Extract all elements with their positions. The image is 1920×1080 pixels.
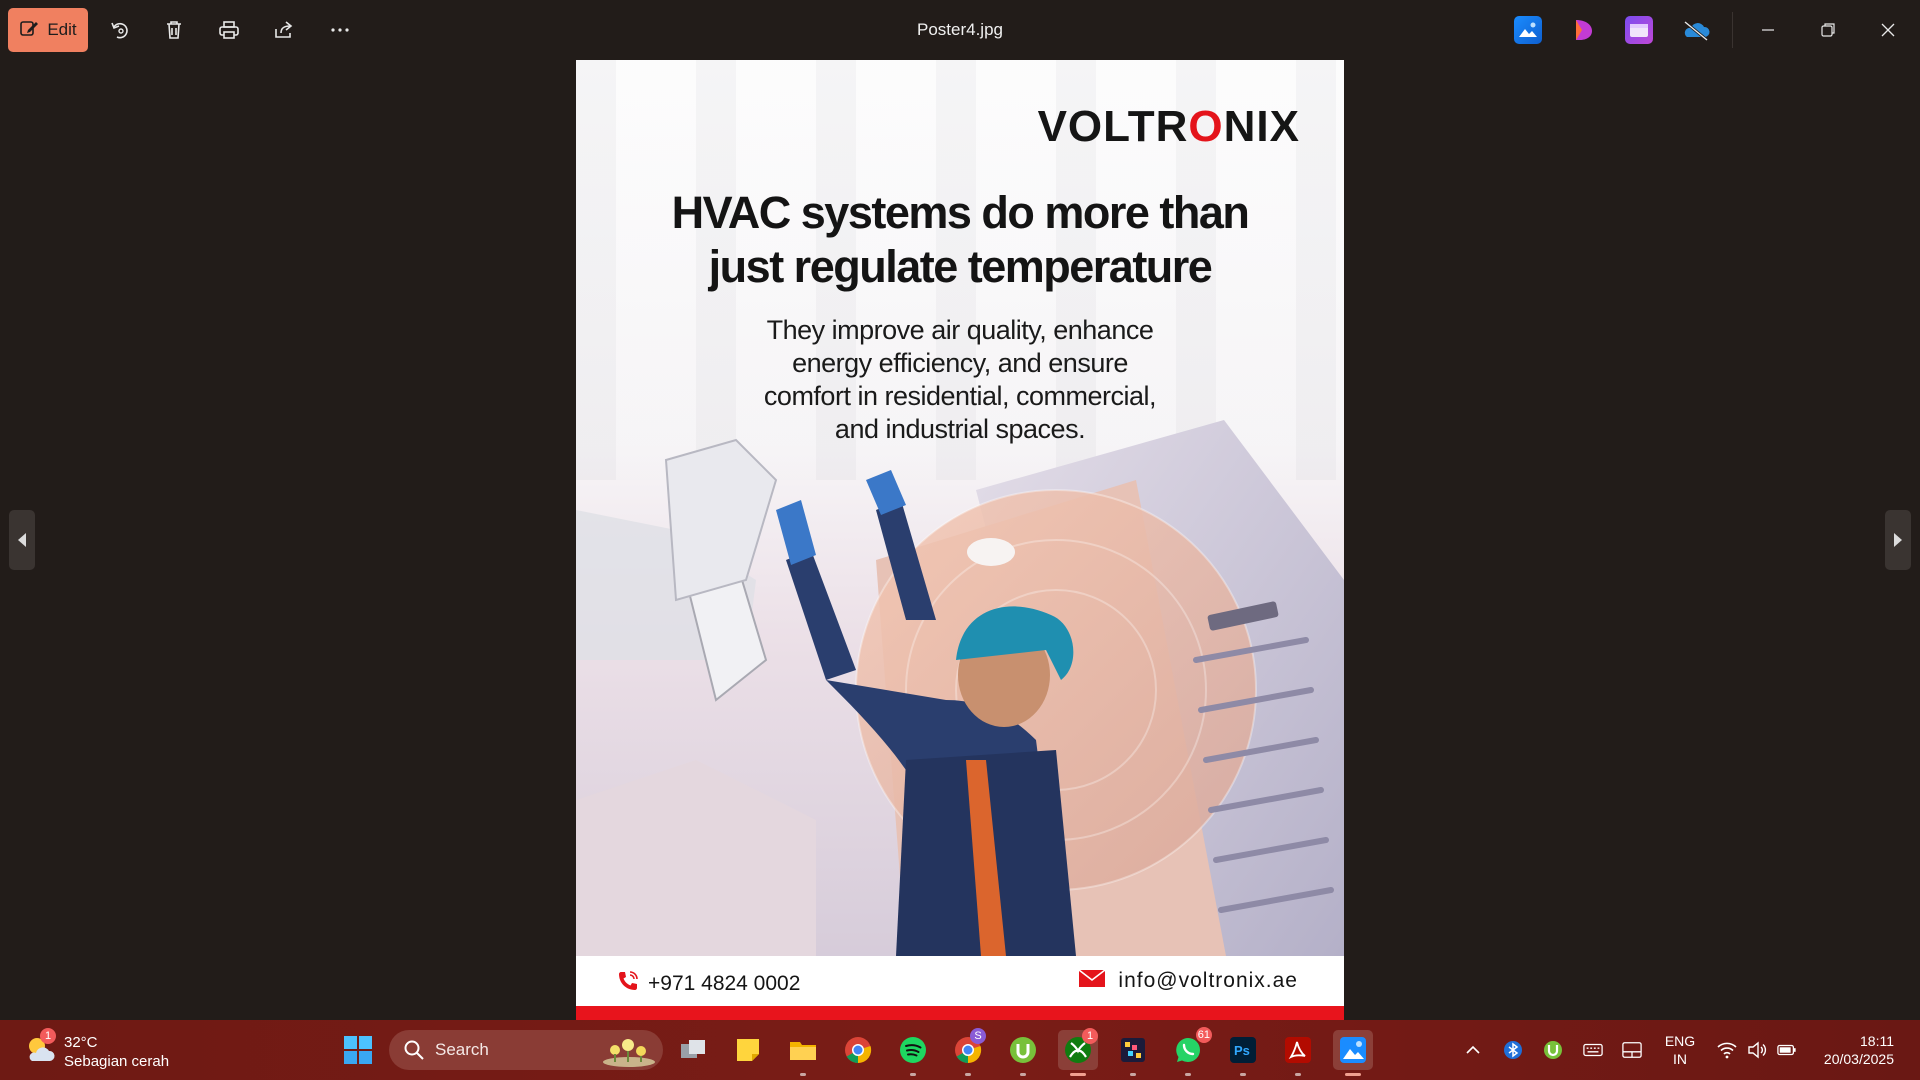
keyboard-icon[interactable] xyxy=(1583,1040,1603,1060)
utorrent-icon xyxy=(1010,1037,1036,1063)
spotify-icon xyxy=(900,1037,926,1063)
photoshop-app[interactable]: Ps xyxy=(1223,1030,1263,1076)
subtext-line-2: energy efficiency, and ensure xyxy=(792,348,1128,378)
clock-date: 20/03/2025 xyxy=(1823,1051,1894,1067)
print-icon[interactable] xyxy=(213,14,245,46)
top-toolbar: Edit Poster4.jpg xyxy=(0,0,1920,60)
windows-logo-icon xyxy=(344,1036,372,1064)
headline-line-1: HVAC systems do more than xyxy=(671,187,1250,238)
xbox-app[interactable]: 1 xyxy=(1058,1028,1098,1076)
chrome-icon xyxy=(845,1037,872,1064)
edit-label: Edit xyxy=(47,20,77,39)
chevron-right-icon xyxy=(1894,533,1902,547)
start-button[interactable] xyxy=(340,1032,376,1068)
edit-icon xyxy=(19,18,39,43)
task-view-icon xyxy=(681,1040,705,1058)
xbox-badge: 1 xyxy=(1082,1028,1098,1044)
email-address: info@voltronix.ae xyxy=(1118,969,1298,992)
photos-app-icon[interactable] xyxy=(1514,16,1542,44)
edit-button[interactable]: Edit xyxy=(8,8,88,52)
headline-line-2: just regulate temperature xyxy=(708,241,1213,292)
whatsapp-badge: 61 xyxy=(1195,1027,1212,1043)
minimize-button[interactable] xyxy=(1748,12,1788,48)
poster-footer-strip xyxy=(576,1006,1344,1020)
touchpad-icon[interactable] xyxy=(1622,1040,1642,1060)
taskbar: 1 32°C Sebagian cerah Search S 1 61 Ps E… xyxy=(0,1020,1920,1080)
language-code: ENG xyxy=(1664,1033,1696,1049)
close-button[interactable] xyxy=(1868,12,1908,48)
region-code: IN xyxy=(1673,1051,1687,1067)
poster-subtext: They improve air quality, enhance energy… xyxy=(710,314,1210,446)
flowers-highlight-icon xyxy=(603,1039,655,1067)
weather-widget[interactable]: 1 32°C Sebagian cerah xyxy=(24,1028,184,1072)
taskbar-search[interactable]: Search xyxy=(389,1030,663,1070)
more-options-icon[interactable] xyxy=(324,14,356,46)
subtext-line-4: and industrial spaces. xyxy=(834,414,1086,444)
onedrive-offline-icon[interactable] xyxy=(1681,16,1710,44)
rotate-icon[interactable] xyxy=(104,14,136,46)
volume-icon[interactable] xyxy=(1747,1040,1767,1060)
input-language[interactable]: ENG IN xyxy=(1660,1032,1700,1068)
bluetooth-icon[interactable] xyxy=(1503,1040,1523,1060)
brand-logo: VOLTRONIX xyxy=(1037,102,1300,151)
subtext-line-3: comfort in residential, commercial, xyxy=(763,381,1157,411)
battery-icon[interactable] xyxy=(1777,1040,1797,1060)
designer-app-icon[interactable] xyxy=(1570,16,1598,44)
chrome-app[interactable] xyxy=(838,1030,878,1070)
folder-icon xyxy=(790,1042,816,1060)
chrome-profile-app[interactable]: S xyxy=(948,1028,988,1076)
mail-icon xyxy=(1078,968,1106,994)
phone-icon xyxy=(616,969,640,999)
search-icon xyxy=(404,1040,424,1060)
task-view-button[interactable] xyxy=(673,1030,713,1070)
previous-image-button[interactable] xyxy=(9,510,35,570)
pixel-art-icon xyxy=(1121,1038,1145,1062)
clipchamp-app-icon[interactable] xyxy=(1625,16,1653,44)
chevron-left-icon xyxy=(18,533,26,547)
window-title: Poster4.jpg xyxy=(917,20,1003,39)
next-image-button[interactable] xyxy=(1885,510,1911,570)
contact-bar: +971 4824 0002 info@voltronix.ae xyxy=(576,956,1344,1006)
photoshop-icon: Ps xyxy=(1230,1037,1256,1063)
wifi-icon[interactable] xyxy=(1717,1040,1737,1060)
toolbar-divider xyxy=(1732,12,1733,48)
weather-badge: 1 xyxy=(40,1028,56,1044)
svg-text:Ps: Ps xyxy=(1234,1043,1250,1058)
contact-phone: +971 4824 0002 xyxy=(616,969,800,999)
poster-headline: HVAC systems do more than just regulate … xyxy=(576,186,1344,294)
acrobat-app[interactable] xyxy=(1278,1030,1318,1076)
utorrent-tray-icon[interactable] xyxy=(1543,1040,1563,1060)
share-icon[interactable] xyxy=(268,14,300,46)
pixel-app[interactable] xyxy=(1113,1030,1153,1076)
file-explorer-app[interactable] xyxy=(783,1030,823,1076)
restore-button[interactable] xyxy=(1808,12,1848,48)
search-label: Search xyxy=(435,1040,489,1059)
sticky-notes-icon xyxy=(737,1039,759,1061)
delete-icon[interactable] xyxy=(158,14,190,46)
acrobat-icon xyxy=(1285,1037,1311,1063)
weather-description: Sebagian cerah xyxy=(64,1053,170,1070)
sticky-notes-app[interactable] xyxy=(728,1030,768,1070)
profile-badge: S xyxy=(970,1028,986,1044)
whatsapp-app[interactable]: 61 xyxy=(1168,1027,1212,1076)
utorrent-app[interactable] xyxy=(1003,1030,1043,1076)
show-hidden-icons-chevron[interactable] xyxy=(1463,1040,1483,1060)
weather-temperature: 32°C xyxy=(64,1034,98,1051)
system-clock[interactable]: 18:11 20/03/2025 xyxy=(1812,1032,1894,1068)
spotify-app[interactable] xyxy=(893,1030,933,1076)
contact-email: info@voltronix.ae xyxy=(1078,968,1298,994)
photos-taskbar-app[interactable] xyxy=(1333,1030,1373,1076)
phone-number: +971 4824 0002 xyxy=(648,972,801,995)
subtext-line-1: They improve air quality, enhance xyxy=(766,315,1154,345)
clock-time: 18:11 xyxy=(1860,1033,1894,1049)
photos-icon xyxy=(1340,1037,1366,1063)
displayed-image: VOLTRONIX HVAC systems do more than just… xyxy=(576,60,1344,1020)
